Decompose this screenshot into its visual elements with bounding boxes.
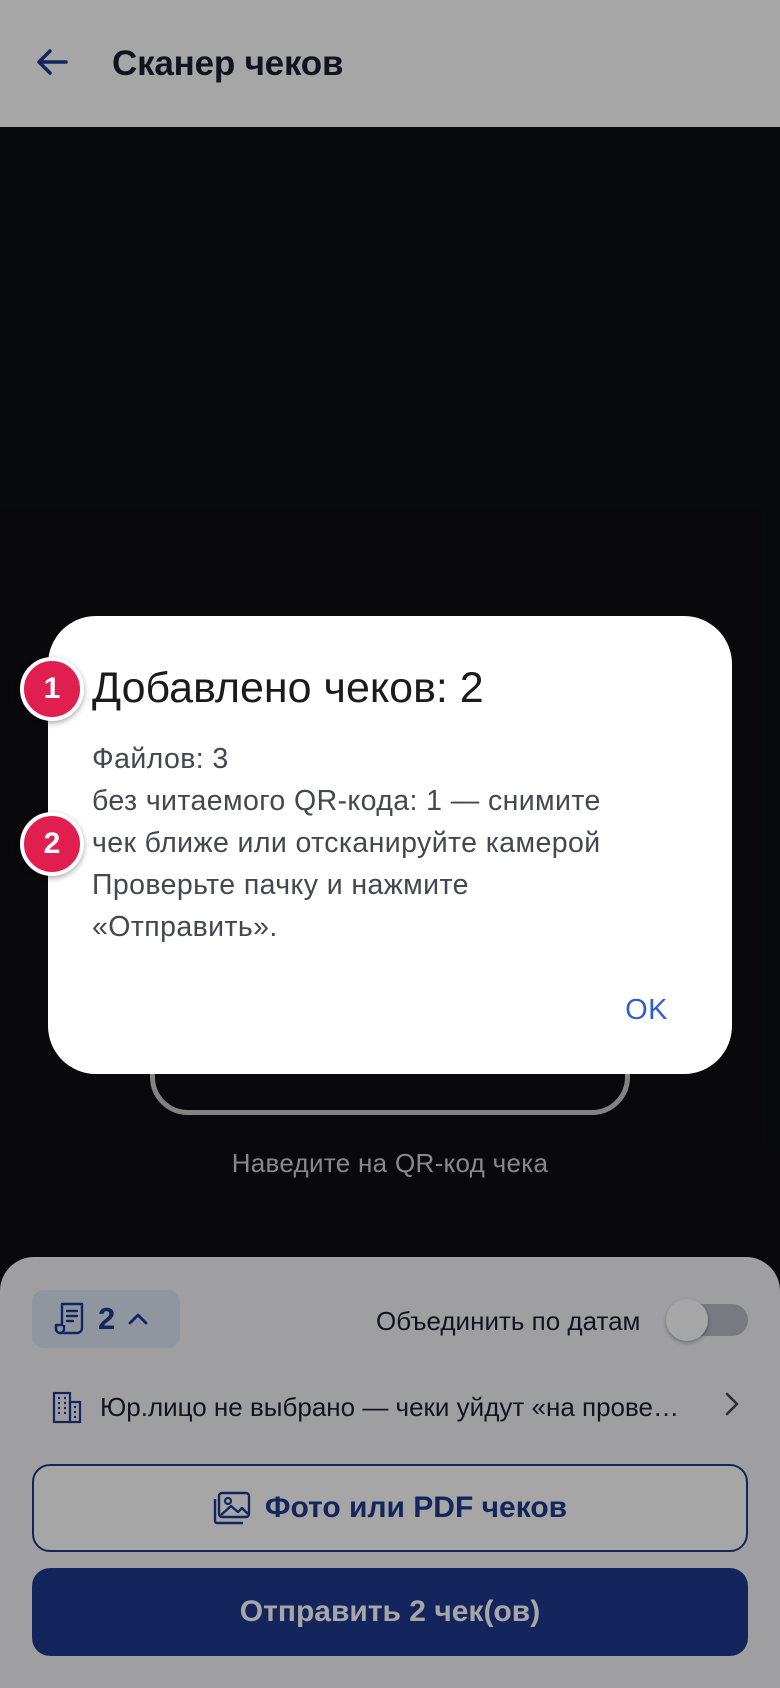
dialog-ok-button[interactable]: OK [625, 994, 668, 1027]
dialog-body-line: Файлов: 3 [92, 743, 229, 775]
marker-2: 2 [20, 812, 84, 876]
dialog-body-line: чек ближе или отсканируйте камерой [92, 827, 601, 859]
dialog-body-line: Проверьте пачку и нажмите [92, 869, 469, 901]
receipts-added-dialog: Добавлено чеков: 2 Файлов: 3 без читаемо… [48, 616, 732, 1074]
dialog-body-line: «Отправить». [92, 911, 278, 943]
marker-1: 1 [20, 657, 84, 721]
screen: Сканер чеков Наведите на QR-код чека 2 О… [0, 0, 780, 1688]
dialog-body-line: без читаемого QR-кода: 1 — снимите [92, 785, 601, 817]
dialog-body: Файлов: 3 без читаемого QR-кода: 1 — сни… [92, 738, 712, 948]
dialog-title: Добавлено чеков: 2 [92, 664, 484, 712]
